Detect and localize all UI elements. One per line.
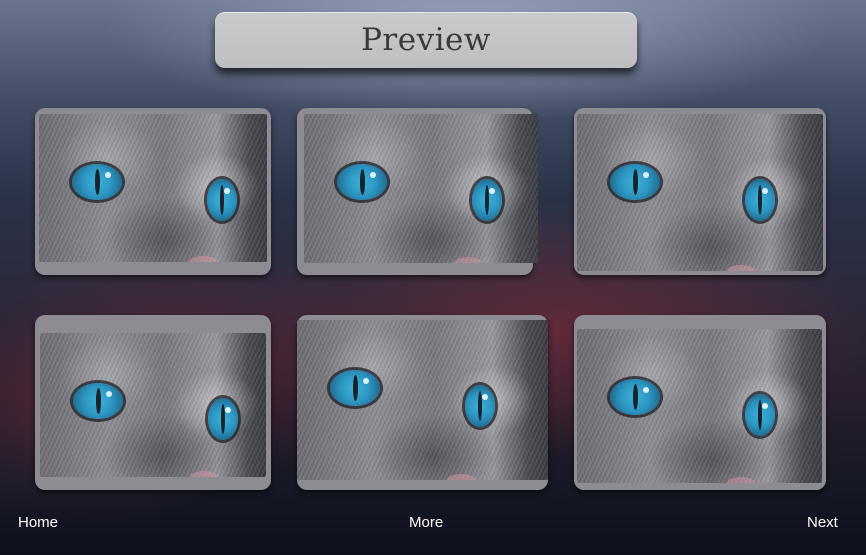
cat-photo bbox=[297, 320, 548, 480]
cat-eye-right bbox=[472, 179, 502, 221]
page-title: Preview bbox=[361, 22, 491, 58]
cat-eye-left bbox=[610, 164, 660, 200]
cat-eye-left bbox=[610, 379, 660, 415]
cat-photo bbox=[304, 114, 538, 263]
cat-eye-right bbox=[745, 179, 775, 221]
more-link[interactable]: More bbox=[409, 514, 443, 531]
cat-eye-left bbox=[330, 370, 380, 406]
cat-photo bbox=[577, 114, 823, 271]
next-link[interactable]: Next bbox=[807, 514, 838, 531]
home-link[interactable]: Home bbox=[18, 514, 58, 531]
cat-nose bbox=[727, 477, 755, 483]
cat-nose bbox=[189, 256, 217, 262]
cat-nose bbox=[727, 265, 755, 271]
cat-photo bbox=[40, 333, 266, 477]
cat-eye-right bbox=[207, 179, 237, 221]
cat-eye-right bbox=[465, 385, 495, 427]
gallery-card-3[interactable] bbox=[574, 108, 826, 275]
gallery-card-5[interactable] bbox=[297, 315, 548, 490]
cat-nose bbox=[190, 471, 218, 477]
cat-photo bbox=[39, 114, 267, 262]
cat-nose bbox=[454, 257, 482, 263]
cat-eye-left bbox=[337, 164, 387, 200]
cat-photo bbox=[577, 329, 822, 483]
gallery-card-6[interactable] bbox=[574, 315, 826, 490]
gallery-card-1[interactable] bbox=[35, 108, 271, 275]
cat-nose bbox=[447, 474, 475, 480]
cat-eye-right bbox=[745, 394, 775, 436]
gallery-card-2[interactable] bbox=[297, 108, 538, 275]
cat-eye-left bbox=[73, 383, 123, 419]
title-bar: Preview bbox=[215, 12, 637, 68]
gallery-card-4[interactable] bbox=[35, 315, 271, 490]
cat-eye-right bbox=[208, 398, 238, 440]
cat-eye-left bbox=[72, 164, 122, 200]
